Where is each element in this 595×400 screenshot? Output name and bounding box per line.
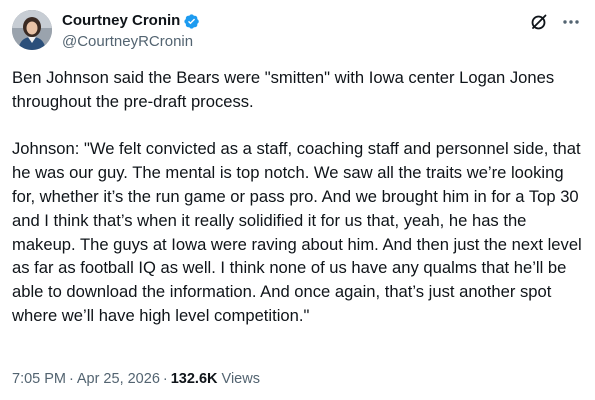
avatar[interactable] (12, 10, 52, 50)
display-name[interactable]: Courtney Cronin (62, 11, 180, 31)
tweet-paragraph-2: Johnson: "We felt convicted as a staff, … (12, 139, 587, 325)
meta-separator: · (69, 371, 74, 387)
tweet-paragraph-1: Ben Johnson said the Bears were "smitten… (12, 68, 559, 111)
header-actions (519, 10, 583, 34)
post-date[interactable]: Apr 25, 2026 (77, 371, 160, 387)
more-dots-icon[interactable] (559, 10, 583, 34)
meta-separator: · (162, 371, 168, 387)
slashed-circle-icon[interactable] (527, 10, 551, 34)
verified-badge-icon (183, 13, 200, 30)
tweet: Courtney Cronin @CourtneyRCronin Ben Joh… (0, 0, 595, 400)
author-names: Courtney Cronin @CourtneyRCronin (62, 11, 200, 52)
views-count: 132.6K (170, 371, 218, 387)
handle[interactable]: @CourtneyRCronin (62, 32, 200, 52)
name-row: Courtney Cronin (62, 11, 200, 31)
tweet-text: Ben Johnson said the Bears were "smitten… (12, 66, 582, 328)
post-time[interactable]: 7:05 PM (12, 371, 66, 387)
views-label: Views (221, 371, 260, 387)
tweet-meta: 7:05 PM · Apr 25, 2026 · 132.6K Views (12, 369, 260, 389)
tweet-header: Courtney Cronin @CourtneyRCronin (12, 10, 583, 54)
